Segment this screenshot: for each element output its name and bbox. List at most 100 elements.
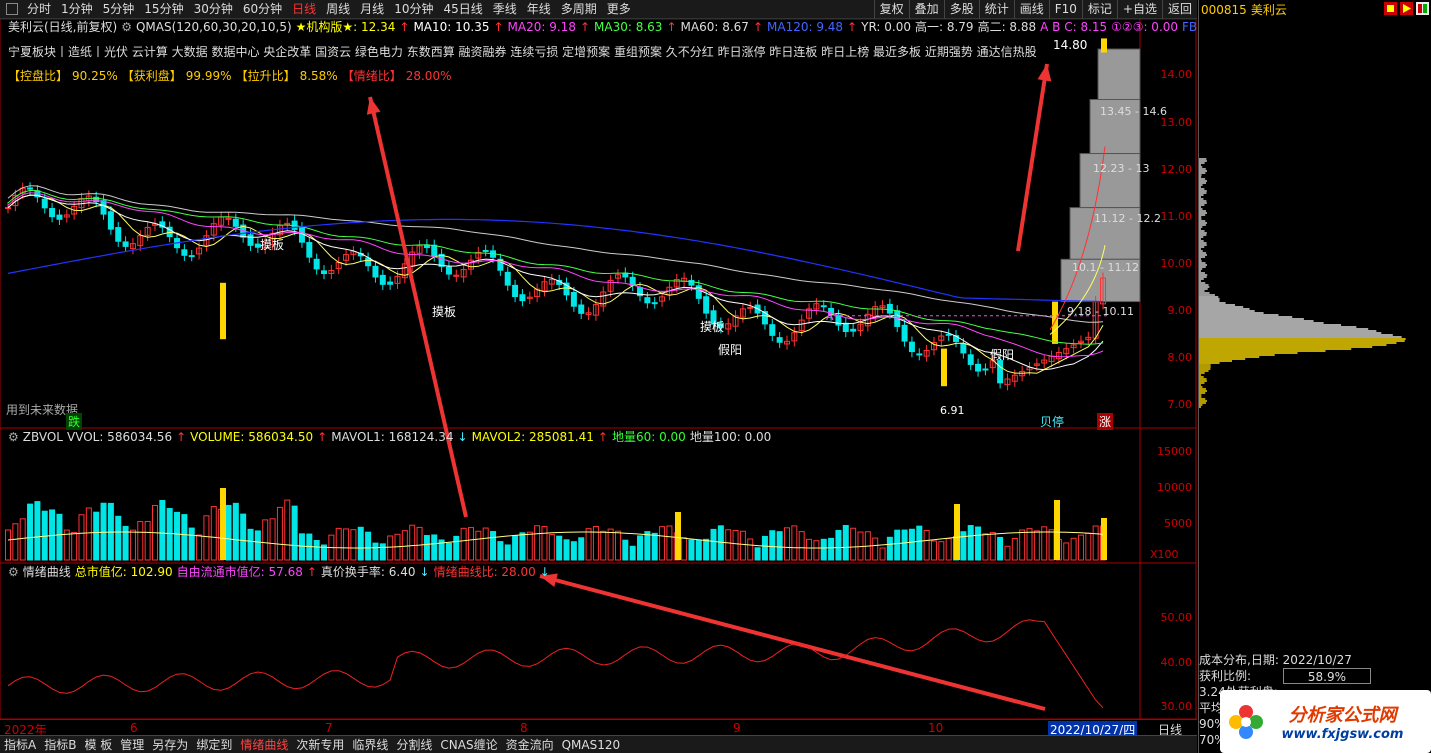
volume-bar bbox=[732, 529, 739, 561]
period-tab[interactable]: 分时 bbox=[22, 0, 56, 19]
mavol2-value: MAVOL2: 285081.41 bbox=[471, 430, 594, 444]
volume-bar bbox=[1077, 534, 1084, 561]
volume-bar bbox=[372, 542, 379, 561]
gear-icon[interactable]: ⚙ bbox=[8, 429, 19, 445]
toolbar-button[interactable]: 画线 bbox=[1013, 0, 1049, 19]
flag-icon[interactable] bbox=[1384, 2, 1397, 15]
mobian-label-2: 摸板 bbox=[700, 320, 725, 334]
period-tab[interactable]: 15分钟 bbox=[139, 0, 188, 19]
jiayang-label-2: 假阳 bbox=[990, 348, 1015, 362]
candle-body bbox=[379, 274, 386, 285]
candle-body bbox=[365, 257, 372, 267]
zsz-value: 总市值亿: 102.90 bbox=[74, 565, 173, 579]
period-tab[interactable]: 5分钟 bbox=[98, 0, 140, 19]
toolbar-button[interactable]: 叠加 bbox=[908, 0, 944, 19]
main-indicator-row: 美利云(日线,前复权) ⚙ QMAS(120,60,30,20,10,5) ★机… bbox=[8, 19, 1201, 35]
price-axis-label: 12.00 bbox=[1160, 163, 1193, 176]
volume-bar bbox=[262, 519, 269, 561]
volume-bar bbox=[379, 543, 386, 561]
volume-bar bbox=[916, 525, 923, 561]
price-axis-label: 9.00 bbox=[1167, 304, 1193, 317]
vvol-value: VVOL: 586034.56 bbox=[66, 430, 173, 444]
period-tab[interactable]: 年线 bbox=[522, 0, 556, 19]
volume-bar bbox=[607, 528, 614, 561]
candle-body bbox=[181, 249, 188, 256]
indicator-tab[interactable]: QMAS120 bbox=[558, 736, 625, 753]
indicator-tab[interactable]: 资金流向 bbox=[502, 736, 558, 753]
vol-indicator-row: ⚙ ZBVOL VVOL: 586034.56 ↑ VOLUME: 586034.… bbox=[8, 429, 772, 445]
toolbar-button[interactable]: 返回 bbox=[1161, 0, 1197, 19]
low-price-label: 6.91 bbox=[940, 404, 965, 417]
volume-bar bbox=[813, 540, 820, 561]
indicator-tab[interactable]: 绑定到 bbox=[192, 736, 236, 753]
toolbar-button[interactable]: 复权 bbox=[873, 0, 909, 19]
indicator-tab[interactable]: 次新专用 bbox=[292, 736, 348, 753]
period-tab[interactable]: 周线 bbox=[321, 0, 355, 19]
volume-bar bbox=[276, 506, 283, 561]
price-axis-label: 10.00 bbox=[1160, 257, 1193, 270]
period-tab[interactable]: 日线 bbox=[287, 0, 321, 19]
main-chart-canvas[interactable] bbox=[0, 19, 1197, 719]
indicator-tab[interactable]: 模 板 bbox=[80, 736, 116, 753]
vol-unit: X100 bbox=[1150, 548, 1179, 561]
volume-bar bbox=[512, 535, 519, 561]
date-axis: 2022/10/27/四 日线 2022年 6 7 8 9 10 bbox=[0, 719, 1197, 738]
indicator-tab[interactable]: 管理 bbox=[116, 736, 148, 753]
period-tab[interactable]: 60分钟 bbox=[238, 0, 287, 19]
volume-bar bbox=[71, 531, 78, 561]
square-icon[interactable] bbox=[6, 3, 18, 15]
zhang-marker: 涨 bbox=[1097, 413, 1114, 430]
sector-list: 宁夏板块丨造纸丨光伏 云计算 大数据 数据中心 央企改革 国资云 绿色电力 东数… bbox=[8, 45, 1037, 59]
toolbar-button[interactable]: F10 bbox=[1048, 0, 1082, 19]
period-tab[interactable]: 更多 bbox=[602, 0, 636, 19]
gear-icon[interactable]: ⚙ bbox=[121, 19, 132, 35]
period-tab[interactable]: 月线 bbox=[355, 0, 389, 19]
candle-body bbox=[967, 354, 974, 365]
indicator-tab[interactable]: 指标B bbox=[40, 736, 80, 753]
period-tab[interactable]: 45日线 bbox=[438, 0, 487, 19]
volume-bar bbox=[548, 533, 555, 561]
volume-bar bbox=[467, 527, 474, 561]
limit-up-candle bbox=[220, 282, 226, 340]
volume-bar bbox=[556, 535, 563, 561]
indicator-tab[interactable]: 临界线 bbox=[348, 736, 392, 753]
indicator-tabs: 指标A 指标B 模 板管理 另存为 绑定到 情绪曲线 次新专用 临界线 分割线 CNAS缠论 资金流… bbox=[0, 735, 1197, 753]
volume-bar bbox=[570, 541, 577, 561]
period-tab[interactable]: 多周期 bbox=[556, 0, 602, 19]
volume-bar bbox=[975, 526, 982, 561]
toolbar-button[interactable]: 标记 bbox=[1081, 0, 1117, 19]
play-icon[interactable] bbox=[1400, 2, 1413, 15]
indicator-tab[interactable]: 情绪曲线 bbox=[236, 736, 292, 753]
chart-frame bbox=[0, 19, 1197, 719]
gear-icon[interactable]: ⚙ bbox=[8, 564, 19, 580]
qmas-label: QMAS(120,60,30,20,10,5) bbox=[135, 20, 292, 34]
candle-body bbox=[997, 360, 1004, 384]
volume-bar bbox=[703, 538, 710, 561]
toolbar-button[interactable]: +自选 bbox=[1116, 0, 1162, 19]
volume-bar bbox=[585, 528, 592, 561]
indicator-tab[interactable]: 分割线 bbox=[392, 736, 436, 753]
period-tab[interactable]: 季线 bbox=[488, 0, 522, 19]
volume-bar bbox=[27, 503, 34, 561]
ls-label: 【拉升比】 bbox=[235, 69, 296, 83]
circ-value: ①②③: 0.00 bbox=[1111, 20, 1179, 34]
annotation-arrow bbox=[1016, 63, 1049, 252]
candle-body bbox=[313, 258, 320, 270]
volume-bar bbox=[828, 537, 835, 561]
period-tab[interactable]: 30分钟 bbox=[189, 0, 238, 19]
mood-indicator-row: ⚙ 情绪曲线 总市值亿: 102.90 自由流通市值亿: 57.68 ↑ 真价换手… bbox=[8, 564, 550, 580]
volume-bar-highlight bbox=[675, 512, 681, 560]
volume-bar bbox=[78, 514, 85, 561]
toolbar-button[interactable]: 多股 bbox=[943, 0, 979, 19]
indicator-tab[interactable]: 另存为 bbox=[148, 736, 192, 753]
period-tab[interactable]: 1分钟 bbox=[56, 0, 98, 19]
candle-body bbox=[445, 266, 452, 275]
period-tab[interactable]: 10分钟 bbox=[389, 0, 438, 19]
indicator-tab[interactable]: CNAS缠论 bbox=[436, 736, 501, 753]
chip-range-label: 13.45 - 14.6 bbox=[1100, 105, 1167, 118]
layout-icon[interactable] bbox=[1416, 2, 1429, 15]
toolbar-button[interactable]: 统计 bbox=[978, 0, 1014, 19]
candle-body bbox=[960, 343, 967, 354]
volume-bar bbox=[350, 529, 357, 561]
indicator-tab[interactable]: 指标A bbox=[0, 736, 40, 753]
